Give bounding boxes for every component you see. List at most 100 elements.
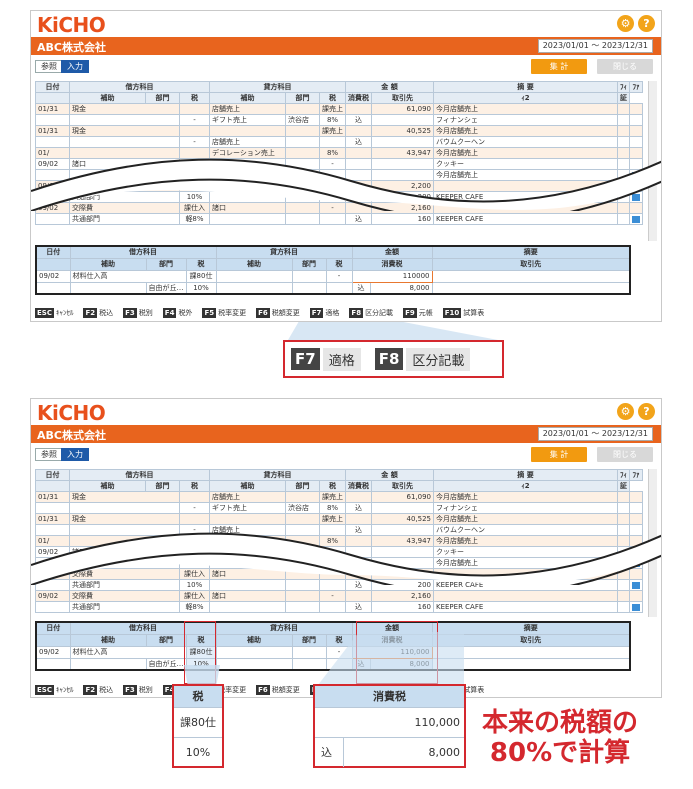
row-debit: 現金 (69, 125, 180, 137)
row-flag (617, 557, 630, 569)
fkey-f3-button[interactable]: F3 税別 (123, 308, 153, 318)
entry-row[interactable]: 自由が丘…10% 込8,000 (35, 281, 631, 295)
row-memo: 今月店舗売上 (433, 103, 618, 115)
table-row[interactable]: 01/31 現金 課売上 40,525 今月店舗売上 (35, 513, 643, 525)
table-row[interactable]: 09/02 交際費 課仕入 諸口 - 2,160 (35, 202, 643, 214)
image-icon[interactable] (632, 215, 640, 223)
table-row[interactable]: 09/02 交際費 課仕入 諸口 - 2,160 (35, 590, 643, 602)
row-amount: 61,090 (371, 103, 434, 115)
period-field[interactable]: 2023/01/01 〜 2023/12/31 (537, 427, 653, 441)
ledger-scrollbar[interactable] (648, 81, 657, 241)
table-row[interactable]: 09/02 諸口 - 現金 - クッキー (35, 546, 643, 558)
close-button[interactable]: 閉じる (597, 59, 653, 74)
mode-input-button[interactable]: 入力 (61, 60, 89, 73)
row-voucher (629, 158, 643, 170)
image-icon[interactable] (632, 193, 640, 201)
row-date: 01/ (35, 535, 70, 547)
row-date (35, 114, 70, 126)
fkey-f10-button[interactable]: F10試算表 (442, 308, 484, 318)
ledger-header: 借方科目 (69, 81, 210, 93)
mode-reference-button[interactable]: 参照 (35, 448, 63, 461)
table-row[interactable]: 共通部門 10% 込 200 KEEPER CAFE (35, 191, 643, 203)
mode-input-button[interactable]: 入力 (61, 448, 89, 461)
row-voucher (629, 601, 643, 613)
row-debit-tax (179, 125, 210, 137)
fkey-esc-button[interactable]: ESC ｷｬﾝｾﾙ (35, 685, 73, 695)
fkey-f6-button[interactable]: F6 税額変更 (256, 308, 300, 318)
row-voucher (629, 202, 643, 214)
table-row[interactable]: 今月店舗売上 (35, 169, 643, 181)
period-field[interactable]: 2023/01/01 〜 2023/12/31 (537, 39, 653, 53)
ledger-subheader-row: 補助 部門税補助 部門税消費税 取引先 ｨ2 証 (35, 92, 643, 104)
row-debit: 共通部門 (69, 191, 180, 203)
function-key-bar: ESCｷｬﾝｾﾙ F2税込 F3税別 F4税外 F5税率変更 F6税額変更 F7適格 F8区分… (35, 308, 484, 318)
table-row[interactable]: 01/31 現金 店舗売上 課売上 61,090 今月店舗売上 (35, 103, 643, 115)
entry-row[interactable]: 09/02 材料仕入高 課80仕 -110000 (35, 269, 631, 283)
table-row[interactable]: 共通部門 軽8% 込 160 KEEPER CAFE (35, 601, 643, 613)
row-credit-tax: 8% (319, 502, 346, 514)
fkey-f2-button[interactable]: F2 税込 (83, 308, 113, 318)
fkey-f8-button[interactable]: F8区分記載 (349, 308, 393, 318)
table-row[interactable]: 09/02 交際費 課仕入 諸口 - 2,200 (35, 180, 643, 192)
row-debit-tax: - (179, 114, 210, 126)
help-icon[interactable]: ? (638, 403, 655, 420)
entry-header-row: 日付 借方科目 貸方科目 金額 摘要 (35, 245, 631, 259)
row-amount: 2,160 (371, 202, 434, 214)
table-row[interactable]: - ギフト売上 渋谷店 8% 込 フィナンシェ (35, 502, 643, 514)
row-debit: 現金 (69, 491, 180, 503)
fkey-code: F6 (256, 308, 270, 318)
row-flag (617, 513, 630, 525)
help-icon[interactable]: ? (638, 15, 655, 32)
entry-credit-tax (325, 281, 353, 295)
fkey-label: 税率変更 (218, 309, 247, 317)
ledger-header: 借方科目 (69, 469, 210, 481)
fkey-f4-button[interactable]: F4税外 (162, 308, 192, 318)
fkey-f7-button[interactable]: F7適格 (309, 308, 339, 318)
image-icon[interactable] (632, 171, 640, 179)
fkey-f2-button[interactable]: F2 税込 (83, 685, 113, 695)
row-credit-tax: 課売上 (319, 513, 346, 525)
table-row[interactable]: 今月店舗売上 (35, 557, 643, 569)
table-row[interactable]: 共通部門 軽8% 込 160 KEEPER CAFE (35, 213, 643, 225)
row-flag (617, 601, 630, 613)
total-button[interactable]: 集 計 (531, 59, 587, 74)
ledger-subheader: 部門 (285, 92, 320, 104)
close-button[interactable]: 閉じる (597, 447, 653, 462)
entry-amount-input[interactable]: 110000 (351, 269, 433, 283)
table-row[interactable]: 01/デコレーション売上 8% 43,947 今月店舗売上 (35, 147, 643, 159)
row-credit-tax: 8% (319, 114, 346, 126)
entry-debit-rate: 10% (185, 281, 217, 295)
image-icon[interactable] (632, 603, 640, 611)
entry-row[interactable]: 09/02材料仕入高課80仕-110,000 (35, 645, 631, 659)
gear-icon[interactable]: ⚙ (617, 15, 634, 32)
ledger-scrollbar[interactable] (648, 469, 657, 617)
row-flag (617, 579, 630, 591)
table-row[interactable]: 01/デコレーション売上 8% 43,947 今月店舗売上 (35, 535, 643, 547)
table-row[interactable]: 01/31 現金 課売上 40,525 今月店舗売上 (35, 125, 643, 137)
table-row[interactable]: - 店舗売上 込 バウムクーヘン (35, 524, 643, 536)
fkey-f5-button[interactable]: F5税率変更 (202, 308, 246, 318)
fkey-f6-button[interactable]: F6 税額変更 (256, 685, 300, 695)
row-credit-dept (285, 568, 320, 580)
zoom-tax-header: 税 (174, 686, 222, 707)
fkey-f3-button[interactable]: F3 税別 (123, 685, 153, 695)
table-row[interactable]: 09/02 交際費 課仕入 諸口 - 2,200 (35, 568, 643, 580)
ledger-table: 日付 借方科目 貸方科目金 額摘 要ﾌｨ ﾌｧ 補助 部門税補助 部門税消費税 取引先 ｨ2 証 0… (35, 469, 643, 613)
fkey-f9-button[interactable]: F9元帳 (403, 308, 433, 318)
table-row[interactable]: - ギフト売上 渋谷店 8% 込 フィナンシェ (35, 114, 643, 126)
row-flag (617, 136, 630, 148)
image-icon[interactable] (632, 581, 640, 589)
total-button[interactable]: 集 計 (531, 447, 587, 462)
table-row[interactable]: 01/31 現金 店舗売上 課売上 61,090 今月店舗売上 (35, 491, 643, 503)
image-icon[interactable] (632, 559, 640, 567)
row-credit: 諸口 (209, 180, 286, 192)
gear-icon[interactable]: ⚙ (617, 403, 634, 420)
table-row[interactable]: 09/02 諸口 - 現金 - クッキー (35, 158, 643, 170)
row-flag (617, 546, 630, 558)
table-row[interactable]: 共通部門 10% 込 200 KEEPER CAFE (35, 579, 643, 591)
fkey-esc-button[interactable]: ESC ｷｬﾝｾﾙ (35, 308, 73, 318)
row-credit-tax: 8% (319, 535, 346, 547)
mode-reference-button[interactable]: 参照 (35, 60, 63, 73)
entry-subheader: 税 (325, 257, 353, 271)
table-row[interactable]: - 店舗売上 込 バウムクーヘン (35, 136, 643, 148)
